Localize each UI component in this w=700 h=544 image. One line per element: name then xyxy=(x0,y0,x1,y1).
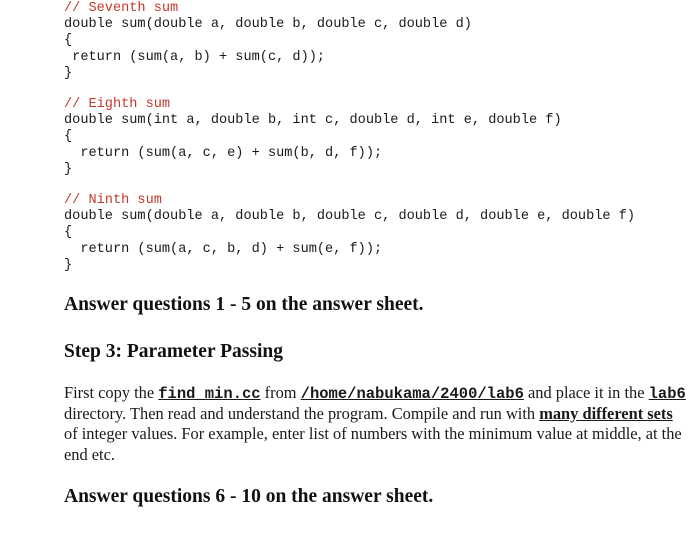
code-signature: double sum(double a, double b, double c,… xyxy=(64,17,472,33)
filename: find_min.cc xyxy=(158,385,261,403)
step-3-heading: Step 3: Parameter Passing xyxy=(64,341,283,362)
code-open-brace: { xyxy=(64,129,73,145)
text: from xyxy=(260,383,301,402)
code-signature: double sum(int a, double b, int c, doubl… xyxy=(64,113,562,129)
code-body: return (sum(a, c, b, d) + sum(e, f)); xyxy=(64,241,383,257)
instructions-paragraph: First copy the find_min.cc from /home/na… xyxy=(64,383,689,465)
text: and place it in the xyxy=(523,383,649,402)
code-body: return (sum(a, c, e) + sum(b, d, f)); xyxy=(64,145,383,161)
code-block-eighth-sum: // Eighth sum double sum(int a, double b… xyxy=(64,97,562,178)
code-block-ninth-sum: // Ninth sum double sum(double a, double… xyxy=(64,193,635,274)
answer-questions-1-5-heading: Answer questions 1 - 5 on the answer she… xyxy=(64,294,424,315)
directory-name: lab6 xyxy=(648,385,686,403)
text: First copy the xyxy=(64,383,159,402)
code-comment: // Eighth sum xyxy=(64,97,171,112)
code-block-seventh-sum: // Seventh sum double sum(double a, doub… xyxy=(64,1,472,82)
source-path: /home/nabukama/2400/lab6 xyxy=(300,385,524,403)
code-open-brace: { xyxy=(64,225,73,241)
emphasis: many different sets xyxy=(539,404,673,424)
code-close-brace: } xyxy=(64,257,73,273)
code-close-brace: } xyxy=(64,65,73,81)
code-comment: // Ninth sum xyxy=(64,193,162,208)
text: directory. Then read and understand the … xyxy=(64,404,540,424)
code-close-brace: } xyxy=(64,161,73,177)
code-open-brace: { xyxy=(64,33,73,49)
code-body: return (sum(a, b) + sum(c, d)); xyxy=(64,49,326,65)
answer-questions-6-10-heading: Answer questions 6 - 10 on the answer sh… xyxy=(64,486,434,507)
text: of integer values. For example, enter li… xyxy=(64,424,682,464)
code-comment: // Seventh sum xyxy=(64,1,179,16)
code-signature: double sum(double a, double b, double c,… xyxy=(64,209,636,225)
